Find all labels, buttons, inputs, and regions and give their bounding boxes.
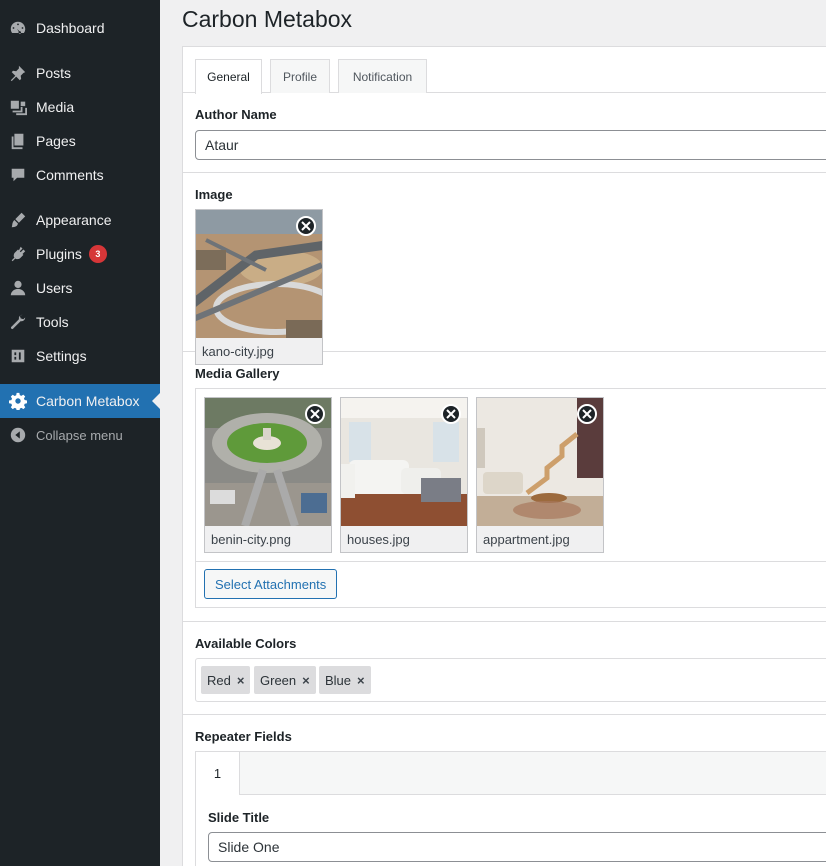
tab-bar: General Profile Notification [183,47,826,94]
gallery-item-filename: benin-city.png [211,532,291,547]
user-icon [0,279,36,297]
author-name-input[interactable] [195,130,826,160]
sidebar-item-plugins[interactable]: Plugins 3 [0,237,160,271]
settings-icon [0,347,36,365]
remove-image-button[interactable] [296,216,316,236]
repeater-box: 1 Slide Title [195,751,826,866]
repeater-field: Repeater Fields 1 Slide Title [183,715,826,866]
carbon-metabox-panel: General Profile Notification Author Name… [182,46,826,866]
image-thumbnail[interactable]: kano-city.jpg [195,209,323,365]
slide-title-input[interactable] [208,832,826,862]
remove-chip-icon[interactable]: × [357,673,365,688]
sidebar-item-label: Tools [36,314,69,330]
available-colors-field: Available Colors Red × Green × Blue × [183,622,826,715]
sidebar-item-label: Media [36,99,75,115]
sidebar-item-carbon-metabox[interactable]: Carbon Metabox [0,384,160,418]
field-label: Repeater Fields [195,729,292,744]
tab-general[interactable]: General [195,59,262,94]
slide-title-label: Slide Title [208,810,270,825]
remove-chip-icon[interactable]: × [302,673,310,688]
repeater-tab-1[interactable]: 1 [196,752,240,795]
sidebar-item-label: Comments [36,167,104,183]
repeater-tab-bar: 1 [196,752,826,795]
colors-select-box[interactable]: Red × Green × Blue × [195,658,826,702]
field-label: Available Colors [195,636,297,651]
sidebar-item-label: Posts [36,65,72,81]
wrench-icon [0,313,36,331]
sidebar-item-label: Plugins [36,246,82,262]
sidebar-item-tools[interactable]: Tools [0,305,160,339]
close-icon [301,221,311,231]
remove-gallery-item-button[interactable] [441,404,461,424]
field-label: Author Name [195,107,277,122]
sidebar-item-pages[interactable]: Pages [0,124,160,158]
sidebar-item-dashboard[interactable]: Dashboard [0,11,160,45]
author-name-field: Author Name [183,93,826,173]
pages-icon [0,132,36,150]
gallery-item-filename: houses.jpg [347,532,410,547]
field-label: Image [195,187,233,202]
page-title: Carbon Metabox [182,6,353,32]
sidebar-item-settings[interactable]: Settings [0,339,160,373]
close-icon [582,409,592,419]
gear-icon [0,392,36,410]
gallery-item[interactable]: houses.jpg [340,397,468,553]
media-icon [0,98,36,116]
sidebar-item-appearance[interactable]: Appearance [0,203,160,237]
gallery-item-filename: appartment.jpg [483,532,570,547]
remove-gallery-item-button[interactable] [577,404,597,424]
close-icon [446,409,456,419]
admin-sidebar: Dashboard Posts Media Pages Comments App… [0,0,160,866]
dashboard-icon [0,19,36,37]
sidebar-item-label: Users [36,280,73,296]
close-icon [310,409,320,419]
chip-label: Red [207,672,231,688]
sidebar-item-label: Pages [36,133,76,149]
field-label: Media Gallery [195,366,280,381]
sidebar-item-media[interactable]: Media [0,90,160,124]
sidebar-item-posts[interactable]: Posts [0,56,160,90]
image-field: Image kano-city.jpg [183,173,826,365]
sidebar-item-label: Dashboard [36,20,105,36]
plugins-update-badge: 3 [88,245,107,263]
chip-label: Green [260,672,297,688]
divider [196,561,826,562]
color-chip-green: Green × [254,666,316,694]
brush-icon [0,211,36,229]
tab-notification[interactable]: Notification [338,59,427,93]
pin-icon [0,64,36,82]
sidebar-item-comments[interactable]: Comments [0,158,160,192]
sidebar-item-label: Collapse menu [36,427,123,443]
gallery-item[interactable]: appartment.jpg [476,397,604,553]
collapse-menu-button[interactable]: Collapse menu [0,418,160,452]
sidebar-item-users[interactable]: Users [0,271,160,305]
media-gallery-box: benin-city.png houses.jpg appartment.jpg… [195,388,826,608]
remove-gallery-item-button[interactable] [305,404,325,424]
tab-profile[interactable]: Profile [270,59,330,93]
color-chip-blue: Blue × [319,666,371,694]
chip-label: Blue [325,672,352,688]
sidebar-item-label: Carbon Metabox [36,393,140,409]
gallery-item[interactable]: benin-city.png [204,397,332,553]
color-chip-red: Red × [201,666,251,694]
plugin-icon [0,245,36,263]
collapse-icon [0,426,36,444]
select-attachments-button[interactable]: Select Attachments [204,569,338,599]
sidebar-item-label: Settings [36,348,87,364]
media-gallery-field: Media Gallery benin-city.png houses.jpg … [183,352,826,622]
sidebar-item-label: Appearance [36,212,112,228]
comment-icon [0,166,36,184]
remove-chip-icon[interactable]: × [237,673,245,688]
